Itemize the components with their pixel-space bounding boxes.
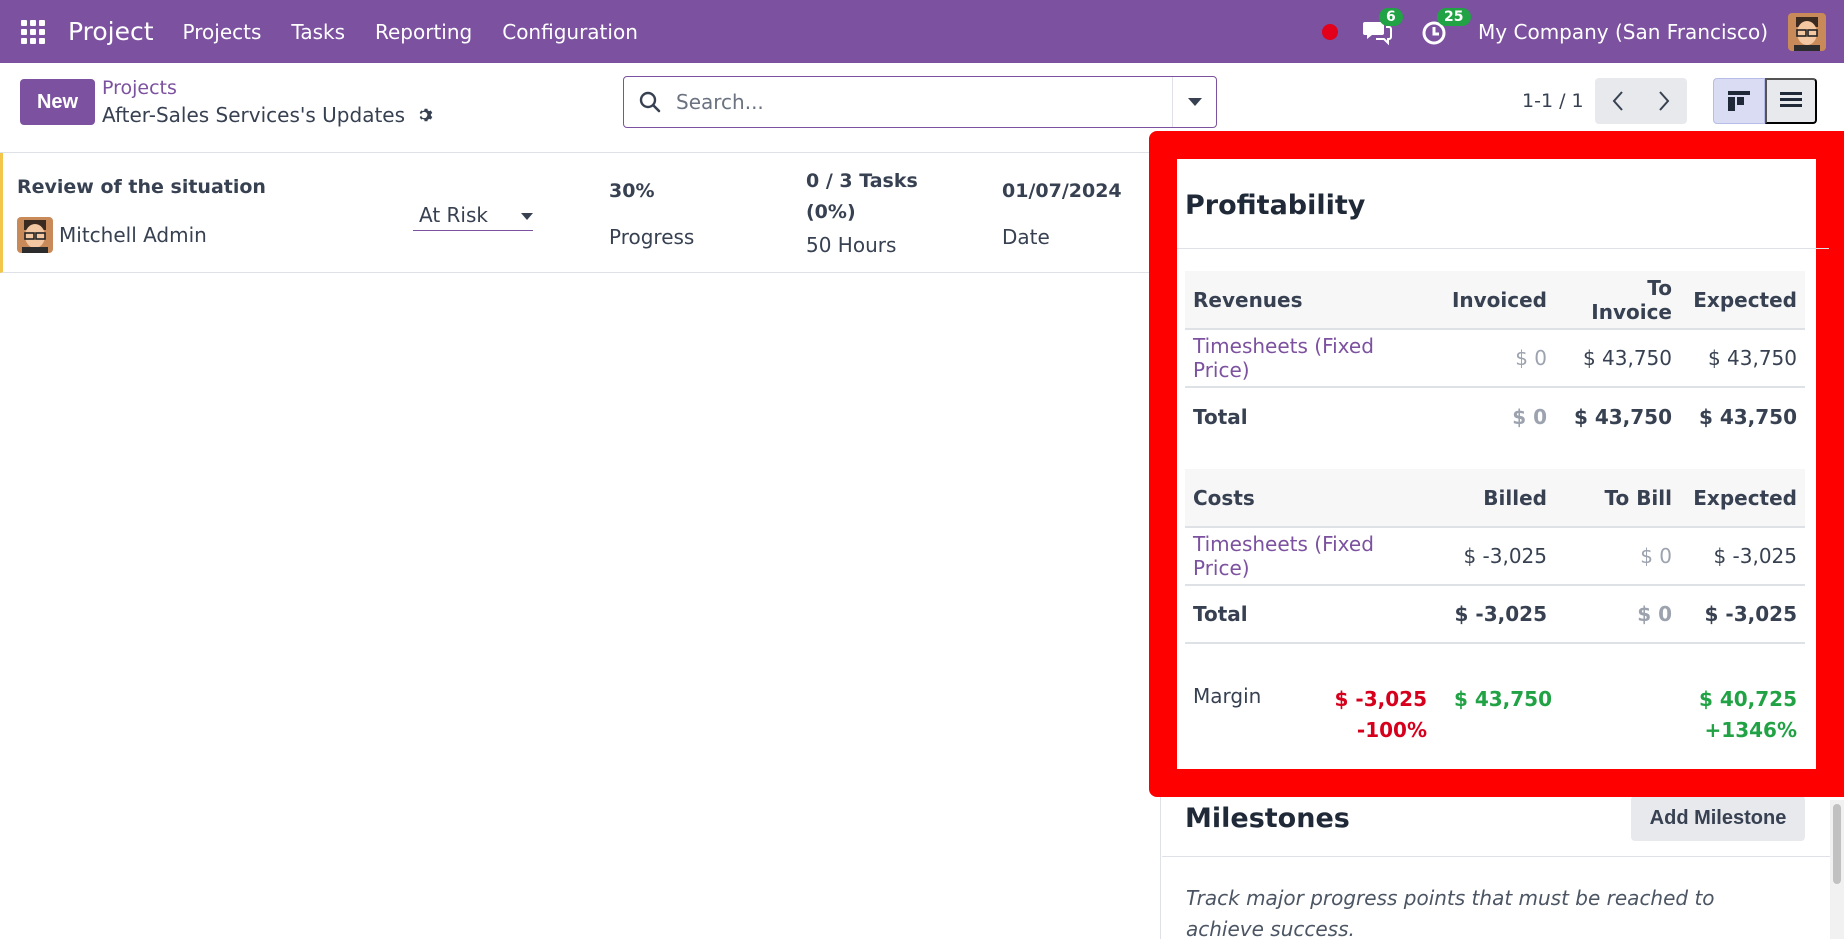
new-button[interactable]: New — [20, 79, 95, 125]
margin-row: Margin $ -3,025 -100% $ 43,750 $ 40,725 … — [1185, 666, 1805, 746]
table-cell: $ -3,025 — [1435, 585, 1555, 644]
milestones-title: Milestones — [1185, 803, 1350, 834]
menu-configuration[interactable]: Configuration — [502, 20, 638, 44]
activities-badge: 25 — [1437, 7, 1471, 26]
table-cell: $ -3,025 — [1680, 585, 1805, 644]
chat-icon[interactable]: 6 — [1362, 7, 1403, 47]
date-label: Date — [1002, 225, 1050, 249]
table-cell: $ 43,750 — [1555, 329, 1680, 388]
menu-tasks[interactable]: Tasks — [291, 20, 345, 44]
search-options-toggle[interactable] — [1172, 77, 1216, 127]
chevron-down-icon — [521, 213, 533, 220]
pager-previous-button[interactable] — [1595, 78, 1641, 124]
costs-table: Costs Billed To Bill Expected Timesheets… — [1185, 469, 1805, 644]
table-cell: $ 0 — [1555, 585, 1680, 644]
column-header: Expected — [1680, 469, 1805, 528]
project-update-card[interactable]: Review of the situation Mitchell Admin A… — [0, 153, 1150, 273]
divider — [1162, 856, 1830, 857]
table-row-total: Total $ 0 $ 43,750 $ 43,750 — [1185, 387, 1805, 445]
breadcrumb-projects[interactable]: Projects — [102, 77, 177, 99]
update-title[interactable]: Review of the situation — [17, 176, 266, 198]
milestones-empty-text: Track major progress points that must be… — [1186, 886, 1715, 941]
table-row: Timesheets (Fixed Price) $ 0 $ 43,750 $ … — [1185, 329, 1805, 388]
margin-billed-percent: -100% — [1356, 718, 1427, 742]
margin-expected-value: $ 40,725 — [1698, 687, 1797, 711]
side-panel-scrollbar[interactable] — [1830, 800, 1844, 939]
table-cell: $ 0 — [1512, 404, 1547, 429]
chevron-left-icon — [1612, 91, 1623, 111]
menu-projects[interactable]: Projects — [183, 20, 262, 44]
margin-billed-value: $ -3,025 — [1334, 687, 1427, 711]
margin-expected-percent: +1346% — [1704, 718, 1797, 742]
kanban-view-button[interactable] — [1713, 78, 1765, 124]
menu-reporting[interactable]: Reporting — [375, 20, 472, 44]
list-view-button[interactable] — [1765, 78, 1817, 124]
control-panel: New Projects After-Sales Services's Upda… — [0, 63, 1844, 153]
column-header: To Bill — [1555, 469, 1680, 528]
user-avatar[interactable] — [1788, 12, 1826, 51]
table-cell: $ 0 — [1435, 329, 1555, 388]
author-name: Mitchell Admin — [59, 223, 207, 247]
search-bar — [623, 76, 1217, 128]
gear-icon[interactable] — [417, 106, 435, 124]
divider — [1177, 248, 1829, 249]
profitability-title: Profitability — [1185, 190, 1366, 221]
kanban-icon — [1728, 91, 1750, 111]
chevron-right-icon — [1659, 91, 1670, 111]
tasks-percent: (0%) — [806, 201, 856, 223]
column-header: Billed — [1435, 469, 1555, 528]
tasks-count: 0 / 3 Tasks — [806, 170, 918, 192]
column-header: To Invoice — [1555, 271, 1680, 330]
top-navbar: Project Projects Tasks Reporting Configu… — [0, 0, 1844, 63]
revenues-table: Revenues Invoiced To Invoice Expected Ti… — [1185, 271, 1805, 445]
avatar — [17, 217, 53, 253]
navbar-systray: 6 25 My Company (San Francisco) — [1322, 0, 1844, 63]
company-switcher[interactable]: My Company (San Francisco) — [1478, 20, 1768, 44]
progress-label: Progress — [609, 225, 695, 249]
add-milestone-button[interactable]: Add Milestone — [1631, 796, 1805, 841]
hours-value: 50 Hours — [806, 233, 897, 257]
revenue-line-link[interactable]: Timesheets (Fixed Price) — [1185, 329, 1435, 388]
table-cell: $ -3,025 — [1435, 527, 1555, 586]
chevron-down-icon — [1187, 98, 1202, 106]
table-cell: $ -3,025 — [1680, 527, 1805, 586]
status-value: At Risk — [419, 202, 488, 227]
column-header: Expected — [1680, 271, 1805, 330]
cost-line-link[interactable]: Timesheets (Fixed Price) — [1185, 527, 1435, 586]
scrollbar-thumb[interactable] — [1833, 804, 1841, 884]
list-icon — [1780, 92, 1802, 107]
table-cell: Total — [1193, 404, 1248, 429]
column-header: Invoiced — [1435, 271, 1555, 330]
margin-to-bill-value: $ 43,750 — [1453, 687, 1552, 711]
table-row-total: Total $ -3,025 $ 0 $ -3,025 — [1185, 585, 1805, 644]
pager-next-button[interactable] — [1641, 78, 1687, 124]
search-icon — [639, 91, 661, 113]
breadcrumb-current: After-Sales Services's Updates — [102, 103, 435, 127]
column-header: Revenues — [1185, 271, 1435, 330]
page-title: After-Sales Services's Updates — [102, 103, 406, 127]
table-row: Timesheets (Fixed Price) $ -3,025 $ 0 $ … — [1185, 527, 1805, 586]
table-cell: $ 43,750 — [1573, 404, 1672, 429]
status-select[interactable]: At Risk — [413, 199, 533, 231]
messages-badge: 6 — [1379, 7, 1403, 26]
app-name[interactable]: Project — [68, 17, 154, 46]
table-cell: $ 0 — [1555, 527, 1680, 586]
apps-grid-icon[interactable] — [21, 18, 49, 46]
pager-value[interactable]: 1-1 / 1 — [1522, 90, 1584, 112]
clock-icon[interactable]: 25 — [1420, 7, 1471, 47]
table-header: Costs Billed To Bill Expected — [1185, 469, 1805, 528]
date-value: 01/07/2024 — [1002, 180, 1122, 202]
update-author: Mitchell Admin — [17, 217, 207, 253]
table-cell: $ 43,750 — [1680, 329, 1805, 388]
table-header: Revenues Invoiced To Invoice Expected — [1185, 271, 1805, 330]
search-input[interactable] — [676, 90, 1156, 114]
margin-label: Margin — [1193, 684, 1262, 708]
record-dot-icon[interactable] — [1322, 23, 1339, 40]
table-cell: Total — [1185, 585, 1435, 644]
progress-value: 30% — [609, 180, 655, 202]
column-header: Costs — [1185, 469, 1435, 528]
table-cell: $ 43,750 — [1698, 404, 1797, 429]
